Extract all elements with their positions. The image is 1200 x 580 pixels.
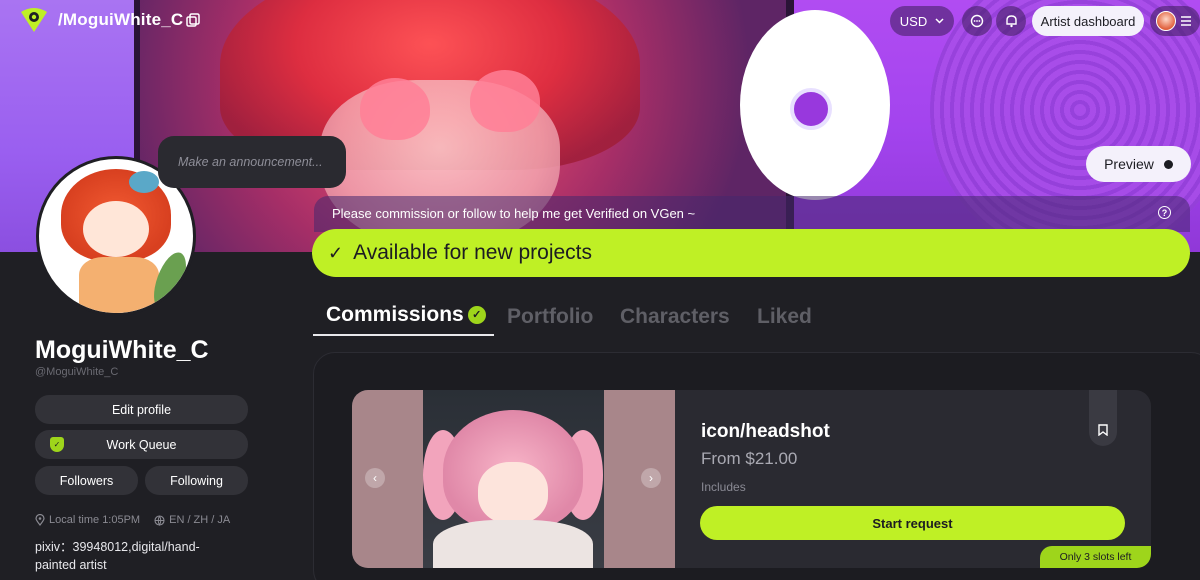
tab-portfolio[interactable]: Portfolio bbox=[507, 305, 593, 329]
tab-characters[interactable]: Characters bbox=[620, 305, 730, 329]
bell-icon bbox=[1005, 15, 1017, 28]
help-icon[interactable]: ? bbox=[1158, 206, 1171, 219]
commission-image-carousel[interactable]: ‹ › bbox=[352, 390, 675, 568]
copy-icon[interactable] bbox=[186, 13, 200, 27]
profile-note-text: Please commission or follow to help me g… bbox=[332, 206, 696, 221]
commission-title: icon/headshot bbox=[701, 421, 830, 442]
currency-select[interactable]: USD bbox=[890, 6, 954, 36]
preview-button[interactable]: Preview bbox=[1086, 146, 1191, 182]
work-queue-label: Work Queue bbox=[106, 437, 177, 452]
profile-meta: Local time 1:05PM EN / ZH / JA bbox=[35, 514, 230, 526]
announcement-input[interactable]: Make an announcement... bbox=[158, 136, 346, 188]
user-handle: @MoguiWhite_C bbox=[35, 366, 119, 378]
check-icon: ✓ bbox=[328, 242, 344, 263]
work-queue-button[interactable]: Work Queue bbox=[35, 430, 248, 459]
commission-card[interactable]: ‹ › icon/headshot From $21.00 Includes S… bbox=[352, 390, 1151, 568]
globe-icon bbox=[154, 514, 165, 526]
tab-liked[interactable]: Liked bbox=[757, 305, 812, 329]
page-title: /MoguiWhite_C bbox=[58, 10, 184, 29]
following-button[interactable]: Following bbox=[145, 466, 248, 495]
carousel-next-button[interactable]: › bbox=[641, 468, 661, 488]
currency-label: USD bbox=[899, 13, 928, 29]
edit-profile-button[interactable]: Edit profile bbox=[35, 395, 248, 424]
start-request-button[interactable]: Start request bbox=[700, 506, 1125, 540]
availability-label: Available for new projects bbox=[353, 241, 592, 264]
followers-button[interactable]: Followers bbox=[35, 466, 138, 495]
profile-bio: pixiv：39948012,digital/hand-painted arti… bbox=[35, 540, 200, 572]
shield-check-icon: ✓ bbox=[50, 437, 64, 452]
profile-note: Please commission or follow to help me g… bbox=[314, 196, 1190, 232]
notifications-button[interactable] bbox=[996, 6, 1026, 36]
vgen-logo-icon[interactable] bbox=[18, 6, 50, 34]
bookmark-icon bbox=[1098, 424, 1108, 436]
artist-dashboard-button[interactable]: Artist dashboard bbox=[1032, 6, 1144, 36]
top-bar: /MoguiWhite_C USD Artist dashboard bbox=[0, 0, 1200, 40]
slots-badge: Only 3 slots left bbox=[1040, 546, 1151, 568]
availability-banner: ✓ Available for new projects bbox=[312, 229, 1190, 277]
chevron-down-icon bbox=[935, 18, 944, 24]
carousel-prev-button[interactable]: ‹ bbox=[365, 468, 385, 488]
messages-button[interactable] bbox=[962, 6, 992, 36]
languages: EN / ZH / JA bbox=[154, 514, 230, 526]
active-tab-indicator bbox=[313, 334, 494, 336]
commission-includes: Includes bbox=[701, 480, 746, 494]
display-name: MoguiWhite_C bbox=[35, 336, 209, 364]
dot-icon bbox=[1163, 159, 1173, 169]
commission-preview-image bbox=[423, 390, 604, 568]
commission-price: From $21.00 bbox=[701, 449, 798, 468]
account-menu-button[interactable] bbox=[1150, 6, 1200, 36]
bookmark-button[interactable] bbox=[1089, 390, 1117, 446]
chat-bubble-icon bbox=[970, 14, 984, 28]
location-pin-icon bbox=[35, 514, 45, 526]
menu-icon bbox=[1181, 16, 1191, 26]
avatar bbox=[1156, 11, 1176, 31]
tab-commissions[interactable]: Commissions ✓ bbox=[326, 303, 486, 327]
verified-check-icon: ✓ bbox=[467, 305, 486, 324]
preview-label: Preview bbox=[1104, 156, 1154, 172]
local-time: Local time 1:05PM bbox=[35, 514, 140, 526]
